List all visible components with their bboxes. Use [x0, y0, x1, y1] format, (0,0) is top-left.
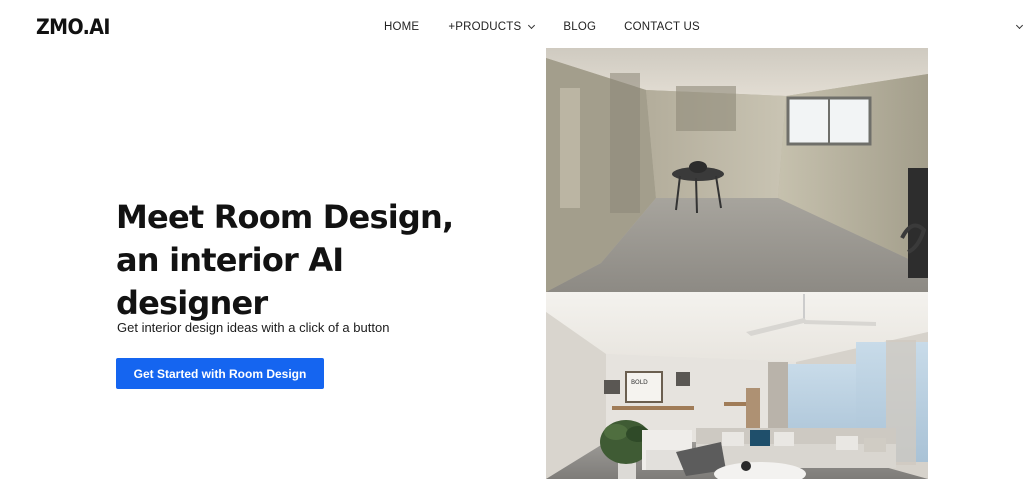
nav-contact[interactable]: CONTACT US — [624, 21, 700, 33]
nav-home-label: HOME — [384, 21, 420, 33]
after-room-photo: BOLD — [546, 292, 928, 479]
brand-logo[interactable]: ZMO.AI — [36, 15, 110, 40]
svg-text:BOLD: BOLD — [631, 379, 648, 386]
nav-contact-label: CONTACT US — [624, 21, 700, 33]
chevron-down-icon[interactable] — [1015, 21, 1024, 30]
hero-subtitle: Get interior design ideas with a click o… — [117, 320, 390, 335]
hero-headline: Meet Room Design, an interior AI designe… — [116, 196, 496, 325]
landing-page: ZMO.AI HOME +PRODUCTS BLOG CONTACT US Me… — [0, 0, 1024, 479]
headline-line-3: designer — [116, 284, 268, 322]
nav-home[interactable]: HOME — [384, 21, 419, 33]
chevron-down-icon — [528, 21, 536, 30]
nav-products-label: +PRODUCTS — [448, 21, 522, 33]
nav-blog-label: BLOG — [563, 21, 597, 33]
main-nav: HOME +PRODUCTS BLOG CONTACT US — [384, 21, 700, 33]
nav-products[interactable]: +PRODUCTS — [448, 21, 536, 33]
nav-blog[interactable]: BLOG — [563, 21, 596, 33]
before-room-photo — [546, 48, 928, 292]
get-started-button[interactable]: Get Started with Room Design — [116, 358, 324, 389]
headline-line-1: Meet Room Design, — [116, 198, 454, 236]
headline-line-2: an interior AI — [116, 241, 344, 279]
